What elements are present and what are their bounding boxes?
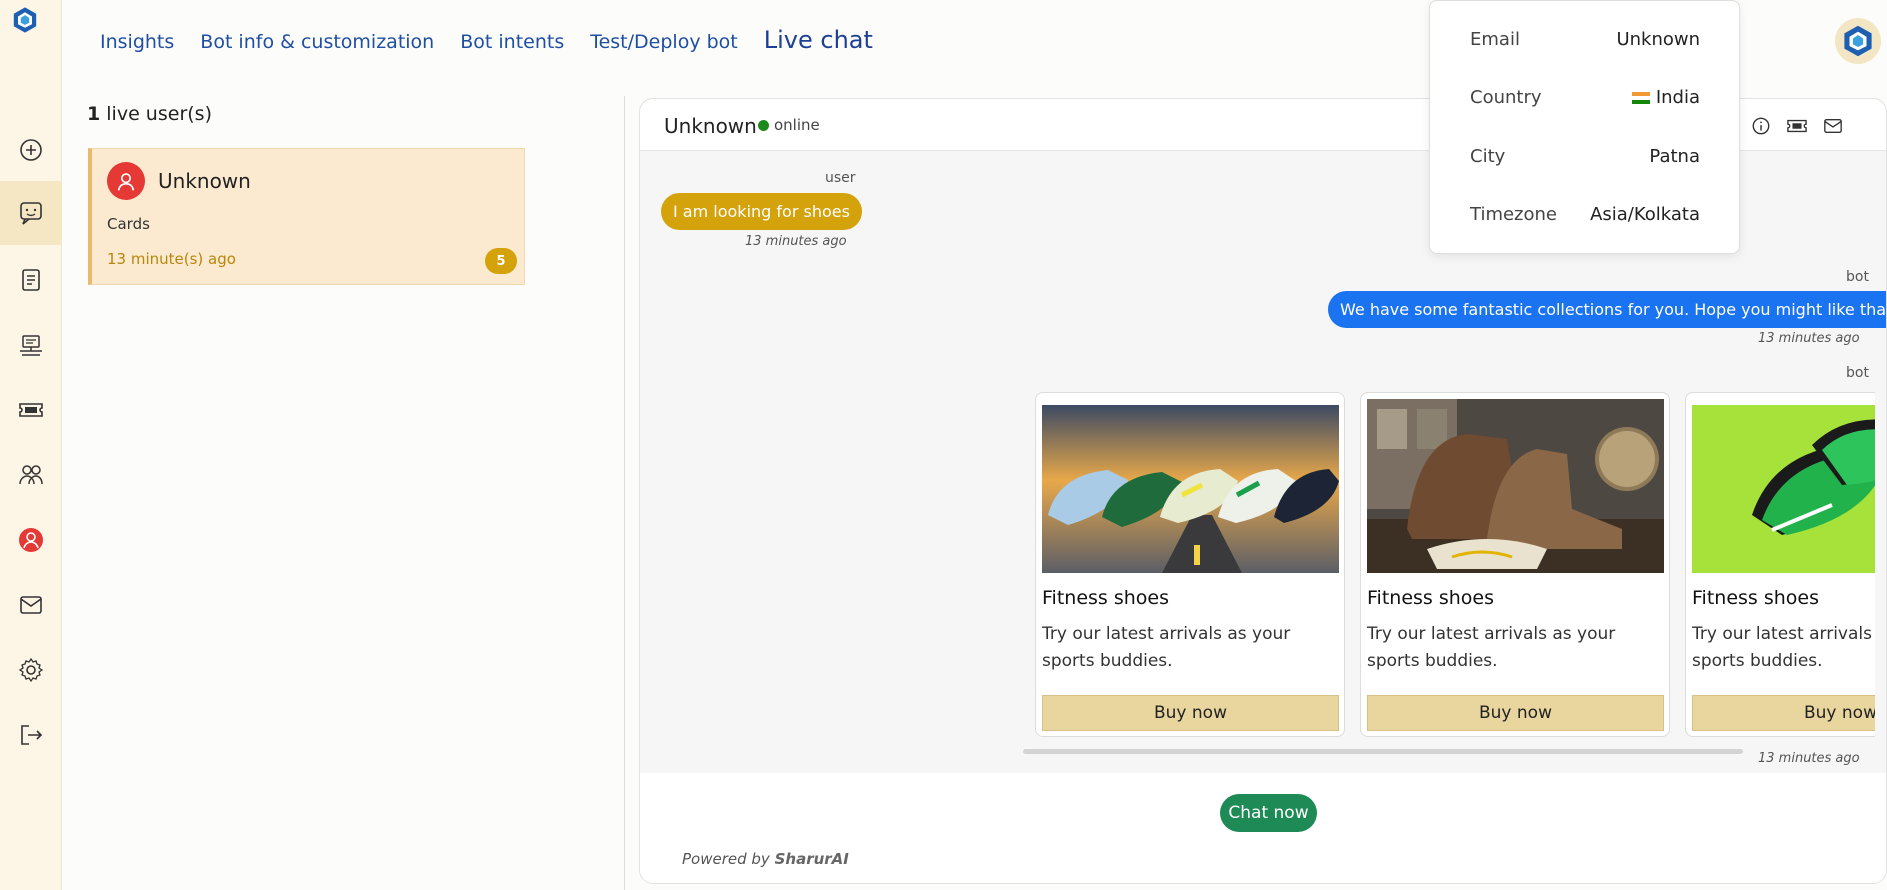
- side-rail: [0, 0, 62, 890]
- chat-footer: Chat now Powered by SharurAI: [640, 773, 1886, 883]
- panel-divider: [624, 96, 625, 890]
- message-time: 13 minutes ago: [1758, 331, 1860, 346]
- info-row-email: Email Unknown: [1470, 29, 1700, 50]
- product-description: Try our latest arrivals as your sports b…: [1692, 624, 1875, 671]
- chat-now-button[interactable]: Chat now: [1220, 794, 1317, 832]
- powered-by-prefix: Powered by: [682, 850, 770, 868]
- product-card-carousel[interactable]: Fitness shoes Try our latest arrivals as…: [1035, 392, 1875, 745]
- message-time: 13 minutes ago: [1758, 751, 1860, 766]
- message-sender: bot: [1846, 365, 1869, 381]
- document-icon[interactable]: [0, 248, 62, 312]
- info-key: Country: [1470, 87, 1542, 108]
- unread-badge: 5: [485, 248, 517, 274]
- product-image: [1367, 399, 1664, 573]
- live-count-number: 1: [87, 103, 101, 125]
- user-last-seen: 13 minute(s) ago: [107, 250, 236, 268]
- add-icon[interactable]: [0, 118, 62, 182]
- india-flag-icon: [1631, 91, 1650, 104]
- info-row-timezone: Timezone Asia/Kolkata: [1470, 204, 1700, 225]
- online-dot: [758, 120, 769, 131]
- account-avatar[interactable]: [1835, 18, 1881, 64]
- carousel-scrollbar[interactable]: [1023, 749, 1743, 754]
- nav-insights[interactable]: Insights: [100, 31, 174, 53]
- message-time: 13 minutes ago: [745, 234, 847, 249]
- message-sender: user: [825, 170, 856, 186]
- user-last-message: Cards: [107, 215, 150, 233]
- top-nav: Insights Bot info & customization Bot in…: [100, 26, 873, 54]
- info-key: City: [1470, 146, 1506, 167]
- logo-icon[interactable]: [11, 6, 51, 46]
- product-description: Try our latest arrivals as your sports b…: [1367, 624, 1616, 671]
- ticket-icon[interactable]: [1786, 115, 1808, 137]
- info-row-city: City Patna: [1470, 146, 1700, 167]
- mail-icon[interactable]: [0, 573, 62, 637]
- info-row-country: Country India: [1470, 87, 1700, 108]
- user-message-bubble: I am looking for shoes: [661, 193, 862, 230]
- ticket-icon[interactable]: [0, 378, 62, 442]
- product-description: Try our latest arrivals as your sports b…: [1042, 624, 1291, 671]
- live-user-count: 1 live user(s): [87, 103, 212, 125]
- buy-now-button[interactable]: Buy now: [1042, 695, 1339, 731]
- info-value: Unknown: [1616, 29, 1700, 50]
- product-card: Fitness shoes Try our latest arrivals as…: [1360, 392, 1670, 737]
- logo-icon: [1844, 25, 1872, 57]
- nav-live-chat[interactable]: Live chat: [764, 26, 873, 54]
- product-title: Fitness shoes: [1042, 587, 1169, 609]
- chat-user-status: online: [774, 116, 820, 134]
- info-value: India: [1655, 87, 1700, 108]
- deploy-icon[interactable]: [0, 313, 62, 377]
- logout-icon[interactable]: [0, 703, 62, 767]
- info-value: Patna: [1649, 146, 1700, 167]
- buy-now-button[interactable]: Buy now: [1692, 695, 1875, 731]
- user-info-popover: Email Unknown Country India City Patna T…: [1429, 0, 1740, 254]
- users-icon[interactable]: [0, 443, 62, 507]
- nav-bot-intents[interactable]: Bot intents: [460, 31, 564, 53]
- live-count-label: live user(s): [106, 103, 212, 125]
- info-key: Timezone: [1470, 204, 1557, 225]
- product-card: Fitness shoes Try our latest arrivals as…: [1685, 392, 1875, 737]
- settings-icon[interactable]: [0, 638, 62, 702]
- powered-by-brand: SharurAI: [774, 850, 849, 868]
- bot-message-bubble: We have some fantastic collections for y…: [1328, 291, 1886, 328]
- chat-header-actions: [1750, 115, 1844, 137]
- product-image: [1692, 405, 1875, 573]
- product-card: Fitness shoes Try our latest arrivals as…: [1035, 392, 1345, 737]
- info-key: Email: [1470, 29, 1520, 50]
- chat-user-name: Unknown: [664, 114, 757, 138]
- product-image: [1042, 405, 1339, 573]
- nav-test-deploy[interactable]: Test/Deploy bot: [590, 31, 738, 53]
- user-avatar-icon: [107, 162, 145, 200]
- message-sender: bot: [1846, 269, 1869, 285]
- info-icon[interactable]: [1750, 115, 1772, 137]
- product-title: Fitness shoes: [1692, 587, 1819, 609]
- info-value: Asia/Kolkata: [1590, 204, 1700, 225]
- info-value-country: India: [1631, 87, 1700, 108]
- nav-bot-info[interactable]: Bot info & customization: [200, 31, 434, 53]
- user-name: Unknown: [158, 169, 251, 193]
- live-user-card[interactable]: Unknown Cards 13 minute(s) ago 5: [88, 148, 525, 285]
- mail-icon[interactable]: [1822, 115, 1844, 137]
- profile-icon[interactable]: [0, 508, 62, 572]
- chat-icon[interactable]: [0, 181, 62, 245]
- product-title: Fitness shoes: [1367, 587, 1494, 609]
- powered-by: Powered by SharurAI: [682, 850, 849, 868]
- buy-now-button[interactable]: Buy now: [1367, 695, 1664, 731]
